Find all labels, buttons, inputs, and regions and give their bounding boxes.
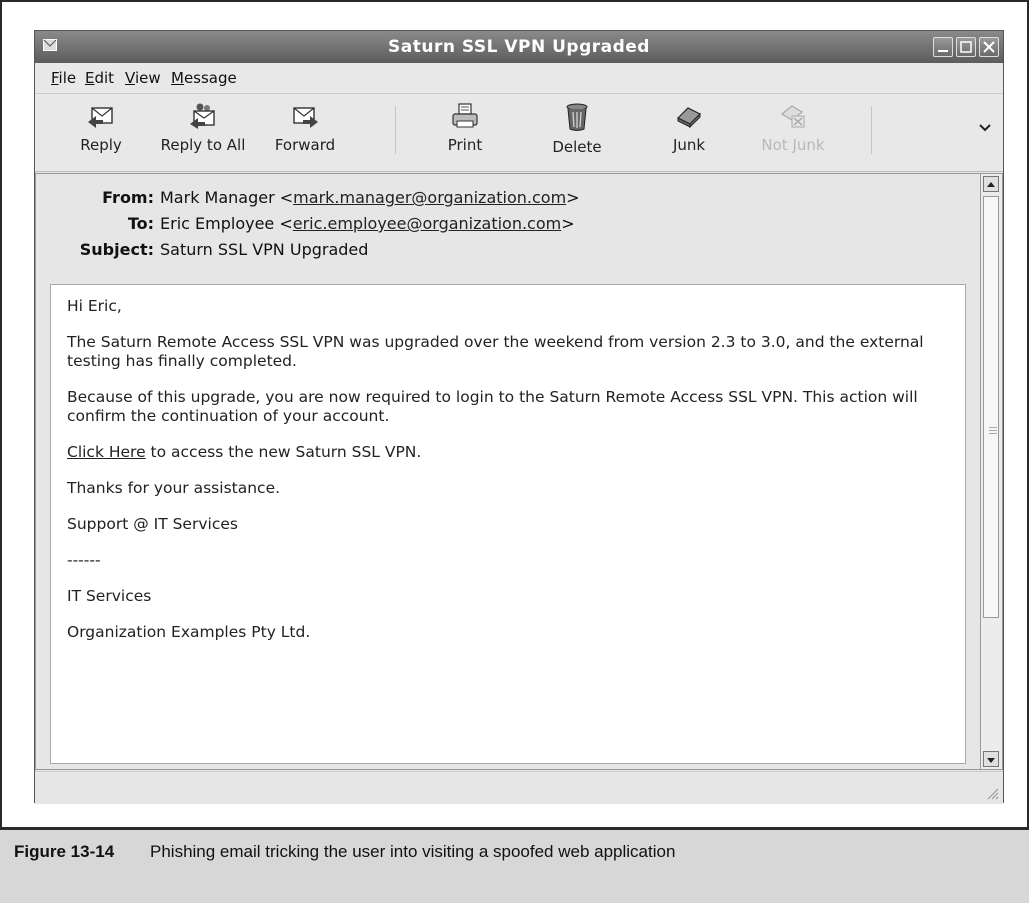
menu-view[interactable]: View: [125, 69, 161, 87]
trash-icon: [566, 103, 588, 131]
not-junk-label: Not Junk: [761, 136, 825, 154]
from-label: From:: [102, 188, 154, 207]
forward-label: Forward: [274, 136, 336, 154]
menu-message-label: essage: [183, 69, 237, 87]
to-value: Eric Employee <eric.employee@organizatio…: [160, 214, 575, 233]
status-bar: [35, 771, 1003, 804]
delete-button[interactable]: Delete: [531, 100, 623, 162]
junk-icon: [676, 107, 702, 129]
to-end: >: [561, 214, 575, 233]
print-button[interactable]: Print: [419, 100, 511, 162]
resize-grip-icon[interactable]: [983, 784, 999, 800]
body-greeting: Hi Eric,: [67, 297, 122, 315]
minimize-button[interactable]: [933, 37, 953, 57]
vertical-scrollbar[interactable]: [981, 173, 1003, 770]
reply-all-label: Reply to All: [160, 136, 246, 154]
reply-all-icon: [190, 103, 215, 129]
reply-icon: [88, 107, 113, 128]
reply-button[interactable]: Reply: [55, 100, 147, 162]
menu-view-accel: V: [125, 69, 135, 87]
forward-icon: [293, 107, 318, 128]
print-label: Print: [447, 136, 483, 154]
figure-caption: Figure 13-14 Phishing email tricking the…: [0, 827, 1029, 903]
from-end: >: [566, 188, 580, 207]
menu-file-accel: F: [51, 69, 59, 87]
delete-label: Delete: [552, 138, 602, 156]
arrow-down-icon: [987, 758, 995, 763]
menu-file-label: ile: [58, 69, 77, 87]
menu-message-accel: M: [171, 69, 184, 87]
body-thanks: Thanks for your assistance.: [67, 479, 281, 497]
not-junk-button[interactable]: Not Junk: [747, 100, 839, 162]
scroll-up-button[interactable]: [983, 176, 999, 192]
menu-message[interactable]: Message: [171, 69, 237, 87]
chevron-down-icon: [979, 124, 991, 132]
from-name: Mark Manager <: [160, 188, 294, 207]
click-here-link[interactable]: Click Here: [67, 443, 146, 461]
close-icon: [983, 41, 995, 53]
menu-bar: File Edit View Message: [35, 63, 1003, 94]
not-junk-icon: [780, 105, 805, 128]
to-name: Eric Employee <: [160, 214, 293, 233]
body-signature-3: Organization Examples Pty Ltd.: [67, 623, 311, 641]
figure-caption-text: Phishing email tricking the user into vi…: [150, 842, 676, 861]
menu-view-label: iew: [134, 69, 161, 87]
reply-all-button[interactable]: Reply to All: [157, 100, 249, 162]
maximize-icon: [960, 41, 972, 53]
message-body: Hi Eric, The Saturn Remote Access SSL VP…: [50, 284, 966, 764]
to-label: To:: [127, 214, 154, 233]
from-value: Mark Manager <mark.manager@organization.…: [160, 188, 580, 207]
toolbar-separator: [871, 106, 872, 154]
menu-edit[interactable]: Edit: [85, 69, 114, 87]
toolbar: Reply Reply to All Forward Print Delete …: [35, 94, 1003, 172]
body-signature-2: IT Services: [67, 587, 152, 605]
subject-label: Subject:: [79, 240, 154, 259]
menu-edit-label: dit: [94, 69, 115, 87]
scrollbar-grip: [989, 427, 997, 428]
printer-icon: [452, 103, 478, 128]
reply-label: Reply: [80, 136, 122, 154]
body-paragraph-1: The Saturn Remote Access SSL VPN was upg…: [67, 333, 924, 370]
from-email-link[interactable]: mark.manager@organization.com: [293, 188, 566, 207]
email-window: Saturn SSL VPN Upgraded File Edit View M…: [34, 30, 1004, 804]
window-title: Saturn SSL VPN Upgraded: [388, 37, 650, 57]
menu-file[interactable]: File: [51, 69, 76, 87]
body-divider: ------: [67, 551, 101, 569]
arrow-up-icon: [987, 182, 995, 187]
figure-number: Figure 13-14: [14, 842, 115, 861]
maximize-button[interactable]: [956, 37, 976, 57]
body-link-line: Click Here to access the new Saturn SSL …: [67, 443, 949, 462]
forward-button[interactable]: Forward: [259, 100, 351, 162]
toolbar-separator: [395, 106, 396, 154]
scroll-down-button[interactable]: [983, 751, 999, 767]
minimize-icon: [938, 50, 948, 52]
to-email-link[interactable]: eric.employee@organization.com: [293, 214, 561, 233]
title-bar: Saturn SSL VPN Upgraded: [35, 31, 1003, 63]
message-viewer: From: Mark Manager <mark.manager@organiz…: [35, 173, 981, 770]
toolbar-overflow-button[interactable]: [979, 121, 991, 137]
body-link-rest: to access the new Saturn SSL VPN.: [145, 443, 422, 461]
junk-button[interactable]: Junk: [643, 100, 735, 162]
body-signature-1: Support @ IT Services: [67, 515, 238, 533]
body-paragraph-2: Because of this upgrade, you are now req…: [67, 388, 918, 425]
close-button[interactable]: [979, 37, 999, 57]
scrollbar-thumb[interactable]: [983, 196, 999, 618]
subject-value: Saturn SSL VPN Upgraded: [160, 240, 369, 259]
junk-label: Junk: [672, 136, 706, 154]
